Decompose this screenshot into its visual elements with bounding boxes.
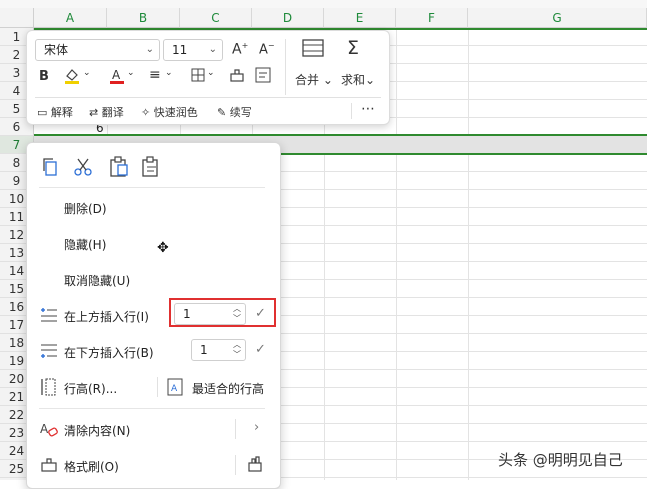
chevron-down-icon[interactable]: ⌄	[207, 68, 215, 78]
best-fit-height-menu-item[interactable]: 最适合的行高	[192, 380, 264, 397]
column-header-g[interactable]: G	[468, 8, 647, 28]
font-size-value: 11	[172, 43, 188, 57]
row-height-icon	[40, 378, 56, 400]
best-fit-height-icon: A	[167, 378, 183, 400]
unhide-menu-item[interactable]: 取消隐藏(U)	[64, 272, 130, 289]
sum-label: 求和	[341, 73, 366, 87]
format-painter-icon[interactable]	[229, 67, 245, 87]
column-grid-line	[396, 28, 397, 480]
explain-label: 解释	[50, 106, 73, 119]
font-color-icon[interactable]: A	[109, 67, 125, 89]
column-header-a[interactable]: A	[34, 8, 107, 28]
quick-divider	[351, 103, 352, 119]
more-icon[interactable]: ⋯	[361, 101, 375, 117]
row-height-menu-item[interactable]: 行高(R)...	[64, 380, 117, 397]
insert-row-above-menu-item[interactable]: 在上方插入行(I)	[64, 308, 149, 325]
magic-wand-icon: ✧	[141, 106, 151, 119]
insert-row-below-menu-item[interactable]: 在下方插入行(B)	[64, 344, 154, 361]
decrease-font-icon[interactable]: A−	[259, 41, 275, 57]
chevron-down-icon[interactable]: ⌄	[165, 68, 173, 78]
font-size-select[interactable]: 11 ⌄	[163, 39, 223, 61]
paste-icon[interactable]	[109, 156, 129, 182]
toolbar-row-divider	[35, 97, 381, 98]
chevron-down-icon[interactable]: ⌄	[83, 68, 91, 78]
stepper-arrows-icon[interactable]: ︿ ﹀	[233, 340, 241, 360]
column-grid-line	[468, 28, 469, 480]
format-painter-brush-icon[interactable]	[246, 455, 264, 477]
column-header-e[interactable]: E	[324, 8, 396, 28]
selection-row-border-top	[34, 134, 647, 136]
menu-inline-divider	[235, 419, 236, 439]
font-name-select[interactable]: 宋体 ⌄	[35, 39, 160, 61]
translate-label: 翻译	[101, 106, 124, 119]
highlight-box	[169, 298, 276, 327]
chevron-right-icon[interactable]: ›	[254, 420, 259, 435]
svg-text:A: A	[171, 384, 178, 394]
column-header-d[interactable]: D	[252, 8, 324, 28]
sum-button[interactable]: 求和⌄	[341, 71, 375, 88]
explain-icon: ▭	[37, 106, 48, 119]
chevron-down-icon[interactable]: ⌄	[127, 68, 135, 78]
increase-font-icon[interactable]: A+	[232, 41, 248, 58]
insert-row-below-icon	[40, 343, 58, 363]
menu-inline-divider	[157, 377, 158, 397]
insert-row-above-icon	[40, 307, 58, 327]
polish-label: 快速润色	[153, 106, 198, 119]
font-name-value: 宋体	[44, 43, 69, 57]
translate-button[interactable]: ⇄ 翻译	[89, 104, 124, 120]
merge-label: 合并	[295, 73, 320, 87]
column-header-b[interactable]: B	[107, 8, 180, 28]
confirm-insert-below-check-icon[interactable]: ✓	[255, 342, 266, 357]
merge-icon[interactable]	[302, 39, 324, 57]
toolbar-divider	[285, 39, 286, 95]
continue-writing-button[interactable]: ✎ 续写	[217, 104, 252, 120]
paste-special-icon[interactable]	[141, 156, 161, 182]
chevron-down-icon: ⌄	[208, 44, 217, 55]
clear-content-icon: A	[40, 421, 58, 441]
explain-button[interactable]: ▭ 解释	[37, 104, 73, 120]
cut-icon[interactable]	[73, 157, 93, 181]
clear-content-menu-item[interactable]: 清除内容(N)	[64, 422, 130, 439]
watermark: 头条 @明明见自己	[498, 451, 623, 469]
border-icon[interactable]	[191, 68, 205, 86]
delete-menu-item[interactable]: 删除(D)	[64, 200, 107, 217]
cursor-icon: ✥	[157, 240, 169, 256]
polish-button[interactable]: ✧ 快速润色	[141, 104, 198, 120]
cell-style-icon[interactable]	[255, 67, 271, 87]
translate-icon: ⇄	[89, 106, 99, 119]
format-painter-icon	[40, 456, 58, 476]
svg-text:A: A	[112, 68, 121, 82]
copy-icon[interactable]	[41, 157, 59, 181]
fill-color-icon[interactable]	[63, 67, 81, 89]
svg-text:A: A	[40, 422, 49, 436]
merge-button[interactable]: 合并 ⌄	[295, 71, 333, 88]
select-all-corner[interactable]	[0, 8, 34, 28]
pen-icon: ✎	[217, 106, 227, 119]
mini-toolbar: 宋体 ⌄ 11 ⌄ A+ A− 合并 ⌄ Σ 求和⌄ B ⌄ A ⌄ ≡ ⌄ ⌄…	[26, 30, 390, 125]
format-painter-menu-item[interactable]: 格式刷(O)	[64, 458, 119, 475]
chevron-down-icon: ⌄	[145, 44, 154, 55]
column-header-c[interactable]: C	[180, 8, 252, 28]
insert-below-count-stepper[interactable]: 1 ︿ ﹀	[191, 339, 246, 361]
align-icon[interactable]: ≡	[149, 67, 161, 83]
continue-label: 续写	[229, 106, 252, 119]
menu-inline-divider	[235, 455, 236, 475]
menu-separator	[39, 187, 265, 188]
insert-below-count-value: 1	[200, 343, 208, 357]
bold-icon[interactable]: B	[39, 69, 49, 84]
hide-menu-item[interactable]: 隐藏(H)	[64, 236, 106, 253]
menu-separator	[39, 408, 265, 409]
column-header-f[interactable]: F	[396, 8, 468, 28]
sum-icon[interactable]: Σ	[347, 37, 359, 59]
